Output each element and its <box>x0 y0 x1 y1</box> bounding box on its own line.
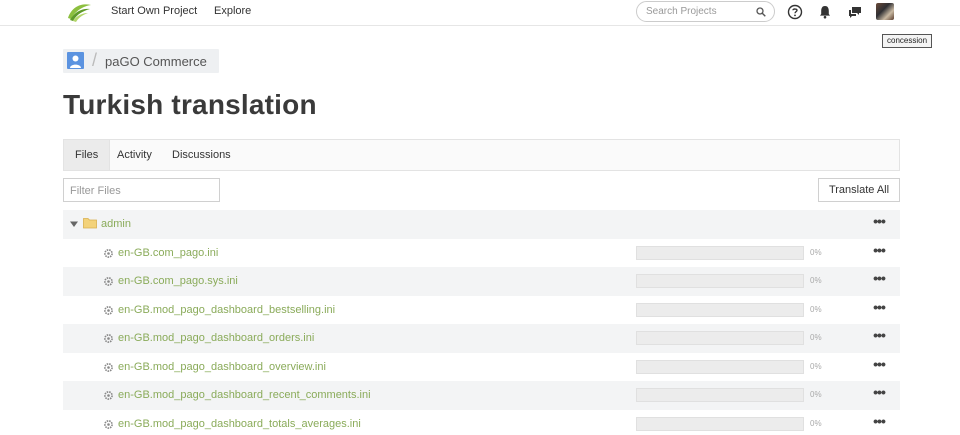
progress-percent: 0% <box>810 247 822 257</box>
progress-bar <box>636 388 804 402</box>
user-avatar[interactable] <box>876 3 894 20</box>
file-name-link[interactable]: en-GB.com_pago.sys.ini <box>118 275 238 287</box>
file-name-link[interactable]: en-GB.mod_pago_dashboard_recent_comments… <box>118 389 371 401</box>
file-row: en-GB.mod_pago_dashboard_recent_comments… <box>63 381 900 410</box>
file-name-link[interactable]: en-GB.mod_pago_dashboard_overview.ini <box>118 361 326 373</box>
file-row: en-GB.com_pago.sys.ini 0% ••• <box>63 267 900 296</box>
progress-bar <box>636 359 804 374</box>
file-gear-icon <box>104 362 113 372</box>
progress-bar <box>636 302 804 317</box>
file-row: en-GB.mod_pago_dashboard_orders.ini 0% •… <box>63 324 900 353</box>
file-gear-icon <box>104 391 113 400</box>
progress-bar <box>636 416 804 431</box>
file-name-link[interactable]: en-GB.com_pago.ini <box>118 247 218 259</box>
explore-link[interactable]: Explore <box>214 5 251 17</box>
more-dots-icon[interactable]: ••• <box>868 385 890 403</box>
progress-percent: 0% <box>810 418 822 428</box>
tab-files[interactable]: Files <box>64 140 111 170</box>
chat-icon[interactable] <box>847 4 863 20</box>
progress-percent: 0% <box>810 361 822 371</box>
folder-row: admin ••• <box>63 210 900 239</box>
more-dots-icon[interactable]: ••• <box>868 243 890 261</box>
breadcrumb-project-link[interactable]: paGO Commerce <box>105 54 207 69</box>
file-list: admin ••• en-GB.com_pago.ini 0% ••• en-G… <box>63 210 900 435</box>
bell-icon[interactable] <box>817 4 833 20</box>
tab-bar: Files Activity Discussions <box>63 139 900 171</box>
progress-bar <box>636 245 804 260</box>
help-icon[interactable] <box>787 4 803 20</box>
progress-percent: 0% <box>810 304 822 314</box>
translate-all-button[interactable]: Translate All <box>818 178 900 202</box>
search-icon[interactable] <box>756 7 766 17</box>
person-icon <box>70 55 81 68</box>
filter-files-input[interactable] <box>70 184 210 197</box>
breadcrumb: / paGO Commerce <box>63 49 219 73</box>
file-row: en-GB.mod_pago_dashboard_overview.ini 0%… <box>63 353 900 382</box>
avatar-tooltip: concession <box>882 34 933 48</box>
file-gear-icon <box>104 248 113 258</box>
folder-icon <box>83 218 97 229</box>
progress-bar <box>636 274 804 288</box>
more-dots-icon[interactable]: ••• <box>868 300 890 318</box>
file-gear-icon <box>104 305 113 315</box>
start-own-project-link[interactable]: Start Own Project <box>111 5 197 17</box>
leaf-logo-icon[interactable] <box>66 2 92 22</box>
file-name-link[interactable]: en-GB.mod_pago_dashboard_totals_averages… <box>118 418 361 430</box>
more-dots-icon[interactable]: ••• <box>868 357 890 375</box>
more-dots-icon[interactable]: ••• <box>868 214 890 232</box>
progress-bar <box>636 331 804 345</box>
project-owner-avatar[interactable] <box>67 52 84 69</box>
tab-activity[interactable]: Activity <box>106 140 163 170</box>
progress-percent: 0% <box>810 333 822 342</box>
progress-percent: 0% <box>810 276 822 285</box>
file-gear-icon <box>104 334 113 343</box>
tab-discussions[interactable]: Discussions <box>161 140 242 170</box>
search-projects-box <box>636 1 775 22</box>
file-row: en-GB.mod_pago_dashboard_bestselling.ini… <box>63 296 900 325</box>
more-dots-icon[interactable]: ••• <box>868 271 890 289</box>
file-name-link[interactable]: en-GB.mod_pago_dashboard_orders.ini <box>118 332 314 344</box>
file-gear-icon <box>104 419 113 429</box>
more-dots-icon[interactable]: ••• <box>868 414 890 432</box>
filter-files-box <box>63 178 220 202</box>
search-projects-input[interactable] <box>646 5 754 18</box>
file-row: en-GB.mod_pago_dashboard_totals_averages… <box>63 410 900 435</box>
file-row: en-GB.com_pago.ini 0% ••• <box>63 239 900 268</box>
file-gear-icon <box>104 277 113 286</box>
breadcrumb-separator: / <box>92 50 98 70</box>
more-dots-icon[interactable]: ••• <box>868 328 890 346</box>
page-title: Turkish translation <box>63 89 317 120</box>
caret-down-icon[interactable] <box>70 220 78 228</box>
top-navbar: Start Own Project Explore <box>0 0 960 26</box>
folder-name-link[interactable]: admin <box>101 218 131 230</box>
progress-percent: 0% <box>810 390 822 399</box>
file-name-link[interactable]: en-GB.mod_pago_dashboard_bestselling.ini <box>118 304 335 316</box>
